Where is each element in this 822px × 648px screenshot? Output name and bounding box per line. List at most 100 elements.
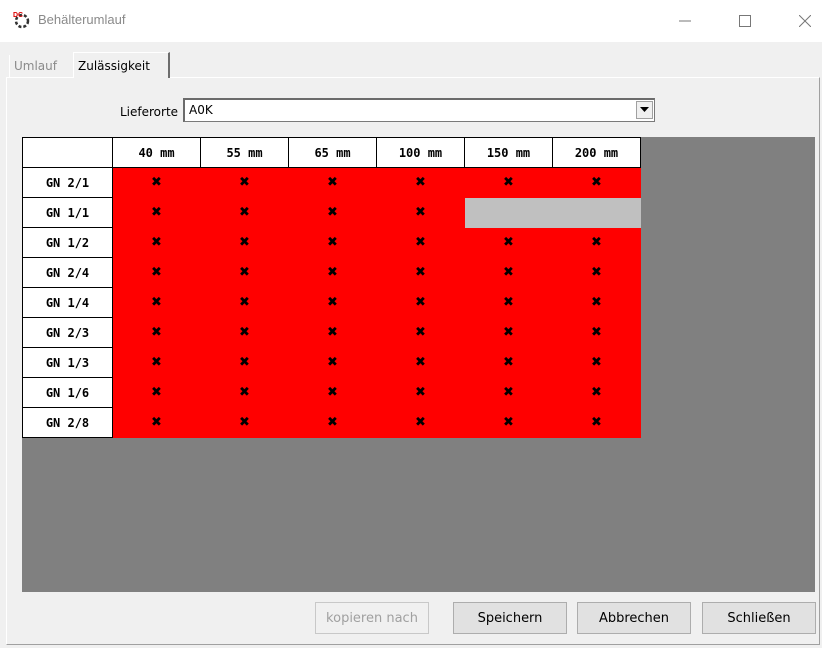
allowed-cell[interactable]: ✖ [288, 167, 377, 198]
speichern-button[interactable]: Speichern [453, 602, 567, 634]
allowed-cell[interactable]: ✖ [112, 317, 201, 348]
allowed-cell[interactable]: ✖ [464, 257, 553, 288]
allowed-cell[interactable]: ✖ [112, 287, 201, 318]
allowed-cell[interactable]: ✖ [288, 347, 377, 378]
lieferorte-label: Lieferorte [120, 105, 179, 119]
allowed-cell[interactable]: ✖ [200, 347, 289, 378]
allowed-cell[interactable]: ✖ [288, 407, 377, 438]
allowed-cell[interactable]: ✖ [376, 197, 465, 228]
allowed-cell[interactable]: ✖ [200, 197, 289, 228]
grid-row: GN 2/3 ✖ ✖ ✖ ✖ ✖ ✖ [22, 317, 641, 348]
allowed-cell[interactable]: ✖ [376, 257, 465, 288]
x-mark-icon: ✖ [151, 265, 162, 280]
x-mark-icon: ✖ [151, 355, 162, 370]
row-header: GN 1/4 [22, 287, 113, 318]
allowed-cell[interactable]: ✖ [200, 257, 289, 288]
row-header: GN 1/2 [22, 227, 113, 258]
allowed-cell[interactable]: ✖ [112, 347, 201, 378]
allowed-cell[interactable]: ✖ [112, 227, 201, 258]
grid-corner-cell [22, 137, 113, 168]
tab-umlauf[interactable]: Umlauf [9, 55, 71, 77]
allowed-cell[interactable]: ✖ [552, 287, 641, 318]
x-mark-icon: ✖ [239, 175, 250, 190]
allowed-cell[interactable]: ✖ [552, 167, 641, 198]
allowed-cell[interactable]: ✖ [376, 227, 465, 258]
x-mark-icon: ✖ [151, 235, 162, 250]
allowed-cell[interactable]: ✖ [112, 167, 201, 198]
allowed-cell[interactable]: ✖ [376, 377, 465, 408]
x-mark-icon: ✖ [591, 355, 602, 370]
x-mark-icon: ✖ [151, 205, 162, 220]
allowed-cell[interactable]: ✖ [376, 317, 465, 348]
x-mark-icon: ✖ [415, 235, 426, 250]
allowed-cell[interactable]: ✖ [376, 287, 465, 318]
x-mark-icon: ✖ [503, 415, 514, 430]
allowed-cell[interactable]: ✖ [288, 287, 377, 318]
lieferorte-dropdown[interactable]: A0K [183, 98, 655, 122]
allowed-cell[interactable]: ✖ [200, 377, 289, 408]
allowed-cell[interactable]: ✖ [288, 317, 377, 348]
allowed-cell[interactable]: ✖ [112, 407, 201, 438]
allowed-cell[interactable]: ✖ [288, 227, 377, 258]
column-header: 65 mm [288, 137, 377, 168]
allowed-cell[interactable]: ✖ [288, 197, 377, 228]
allowed-cell[interactable]: ✖ [464, 227, 553, 258]
x-mark-icon: ✖ [239, 205, 250, 220]
allowed-cell[interactable]: ✖ [464, 167, 553, 198]
x-mark-icon: ✖ [327, 325, 338, 340]
x-mark-icon: ✖ [503, 235, 514, 250]
x-mark-icon: ✖ [415, 295, 426, 310]
grid-row: GN 1/3 ✖ ✖ ✖ ✖ ✖ ✖ [22, 347, 641, 378]
x-mark-icon: ✖ [239, 385, 250, 400]
x-mark-icon: ✖ [151, 175, 162, 190]
allowed-cell[interactable]: ✖ [376, 347, 465, 378]
allowed-cell[interactable]: ✖ [464, 377, 553, 408]
x-mark-icon: ✖ [591, 415, 602, 430]
allowed-cell[interactable]: ✖ [112, 257, 201, 288]
allowed-cell[interactable]: ✖ [200, 287, 289, 318]
allowed-cell[interactable]: ✖ [200, 167, 289, 198]
allowed-cell[interactable]: ✖ [288, 377, 377, 408]
allowed-cell[interactable]: ✖ [200, 227, 289, 258]
close-button[interactable] [782, 6, 822, 36]
x-mark-icon: ✖ [503, 385, 514, 400]
allowed-cell[interactable]: ✖ [464, 287, 553, 318]
minimize-button[interactable] [662, 6, 708, 36]
empty-cell[interactable] [464, 197, 553, 228]
allowed-cell[interactable]: ✖ [200, 317, 289, 348]
allowed-cell[interactable]: ✖ [552, 407, 641, 438]
allowed-cell[interactable]: ✖ [112, 197, 201, 228]
tab-zulaessigkeit[interactable]: Zulässigkeit [73, 52, 170, 78]
x-mark-icon: ✖ [151, 385, 162, 400]
abbrechen-button[interactable]: Abbrechen [577, 602, 691, 634]
x-mark-icon: ✖ [415, 205, 426, 220]
grid-header-row: 40 mm 55 mm 65 mm 100 mm 150 mm 200 mm [22, 137, 641, 168]
allowed-cell[interactable]: ✖ [112, 377, 201, 408]
allowed-cell[interactable]: ✖ [552, 227, 641, 258]
allowed-cell[interactable]: ✖ [376, 167, 465, 198]
window-title: Behälterumlauf [38, 12, 126, 27]
allowed-cell[interactable]: ✖ [552, 377, 641, 408]
x-mark-icon: ✖ [503, 265, 514, 280]
title-bar: DC Behälterumlauf [0, 0, 822, 42]
allowed-cell[interactable]: ✖ [552, 257, 641, 288]
x-mark-icon: ✖ [239, 265, 250, 280]
allowed-cell[interactable]: ✖ [552, 317, 641, 348]
kopieren-nach-button[interactable]: kopieren nach [315, 602, 429, 634]
row-header: GN 1/6 [22, 377, 113, 408]
allowed-cell[interactable]: ✖ [464, 407, 553, 438]
allowed-cell[interactable]: ✖ [376, 407, 465, 438]
maximize-button[interactable] [722, 6, 768, 36]
x-mark-icon: ✖ [327, 235, 338, 250]
chevron-down-icon[interactable] [636, 101, 653, 119]
allowed-cell[interactable]: ✖ [464, 317, 553, 348]
column-header: 150 mm [464, 137, 553, 168]
allowed-cell[interactable]: ✖ [288, 257, 377, 288]
schliessen-button[interactable]: Schließen [702, 602, 816, 634]
allowed-cell[interactable]: ✖ [552, 347, 641, 378]
x-mark-icon: ✖ [415, 355, 426, 370]
x-mark-icon: ✖ [239, 325, 250, 340]
allowed-cell[interactable]: ✖ [464, 347, 553, 378]
allowed-cell[interactable]: ✖ [200, 407, 289, 438]
empty-cell[interactable] [552, 197, 641, 228]
